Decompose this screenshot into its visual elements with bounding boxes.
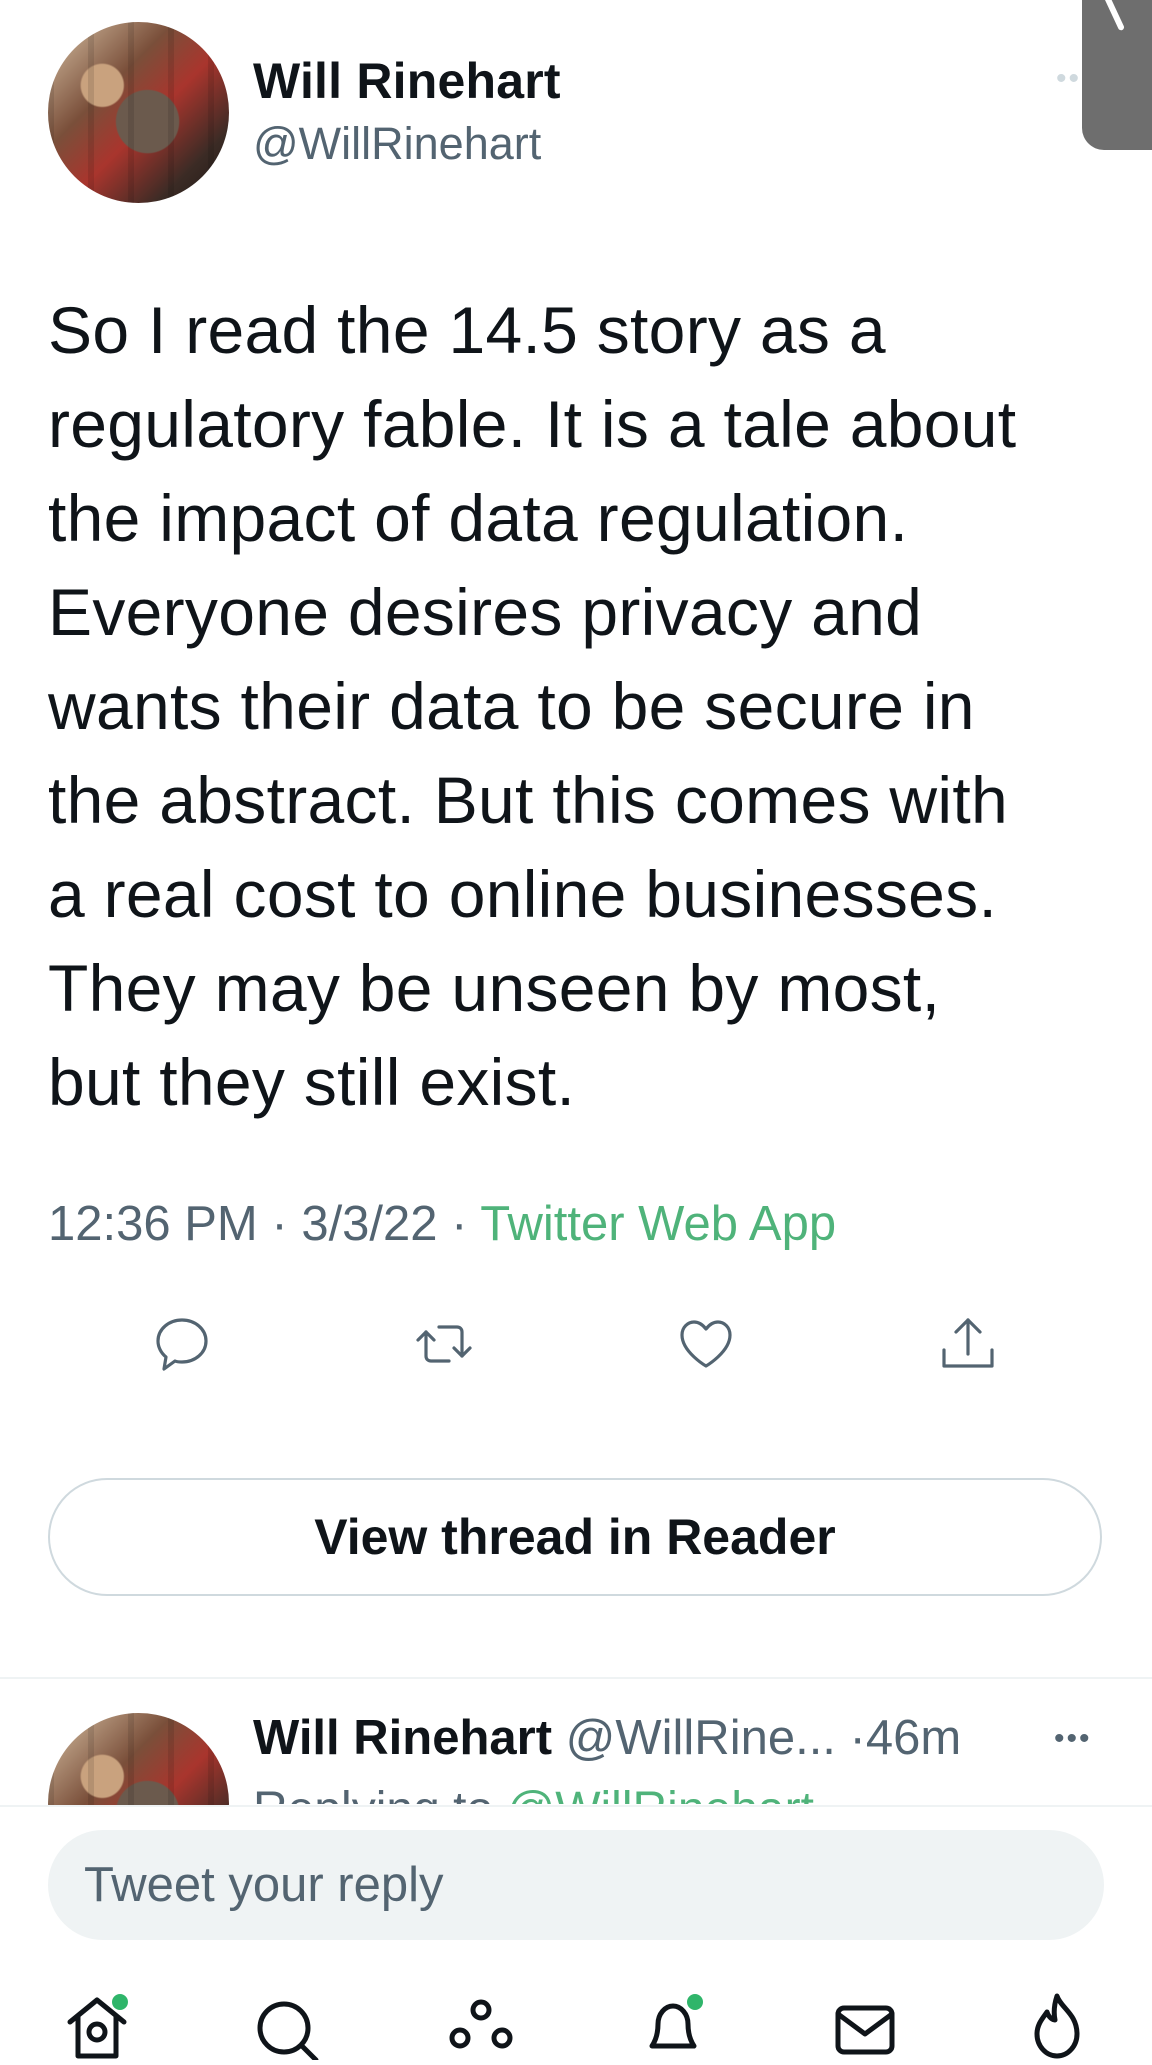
tweet-time: 12:36 PM (48, 1197, 258, 1251)
more-dots-icon[interactable]: •• (1056, 62, 1081, 96)
tweet-source-link[interactable]: Twitter Web App (480, 1197, 836, 1251)
meta-separator: · (271, 1197, 288, 1251)
author-name[interactable]: Will Rinehart (253, 52, 561, 110)
spaces-icon[interactable] (446, 1990, 516, 2060)
reply-more-icon[interactable]: ••• (1054, 1722, 1092, 1756)
replying-handle[interactable]: @WillRinehart (506, 1783, 813, 1804)
reply-input[interactable] (48, 1830, 1104, 1940)
home-badge (112, 1994, 128, 2010)
reply-author-name[interactable]: Will Rinehart (253, 1711, 552, 1765)
reply-author-handle[interactable]: @WillRine... (566, 1711, 836, 1765)
view-thread-reader-button[interactable]: View thread in Reader (48, 1478, 1102, 1596)
reply-age: 46m (865, 1711, 962, 1765)
heart-icon[interactable] (674, 1312, 738, 1376)
meta-separator: · (451, 1197, 468, 1251)
tweet-text: So I read the 14.5 story as a regulatory… (48, 293, 1017, 1119)
messages-icon[interactable] (830, 1990, 900, 2060)
overlay-bubble (1082, 0, 1152, 150)
reply-icon[interactable] (150, 1312, 214, 1376)
notifications-badge (687, 1994, 703, 2010)
share-icon[interactable] (936, 1312, 1000, 1376)
replying-to-line: Replying to @WillRinehart (253, 1782, 814, 1804)
trending-icon[interactable] (1022, 1990, 1092, 2060)
reply-header: Will Rinehart @WillRine... ·46m (253, 1710, 961, 1766)
section-divider (0, 1677, 1152, 1679)
tweet-meta: 12:36 PM · 3/3/22 · Twitter Web App (48, 1196, 836, 1252)
tweet-date: 3/3/22 (301, 1197, 438, 1251)
retweet-icon[interactable] (412, 1312, 476, 1376)
search-icon[interactable] (252, 1990, 322, 2063)
author-avatar[interactable] (48, 22, 229, 203)
replying-prefix: Replying to (253, 1783, 506, 1804)
reply-separator: · (849, 1711, 866, 1765)
author-handle[interactable]: @WillRinehart (253, 118, 541, 170)
slash-mark (1100, 0, 1126, 32)
